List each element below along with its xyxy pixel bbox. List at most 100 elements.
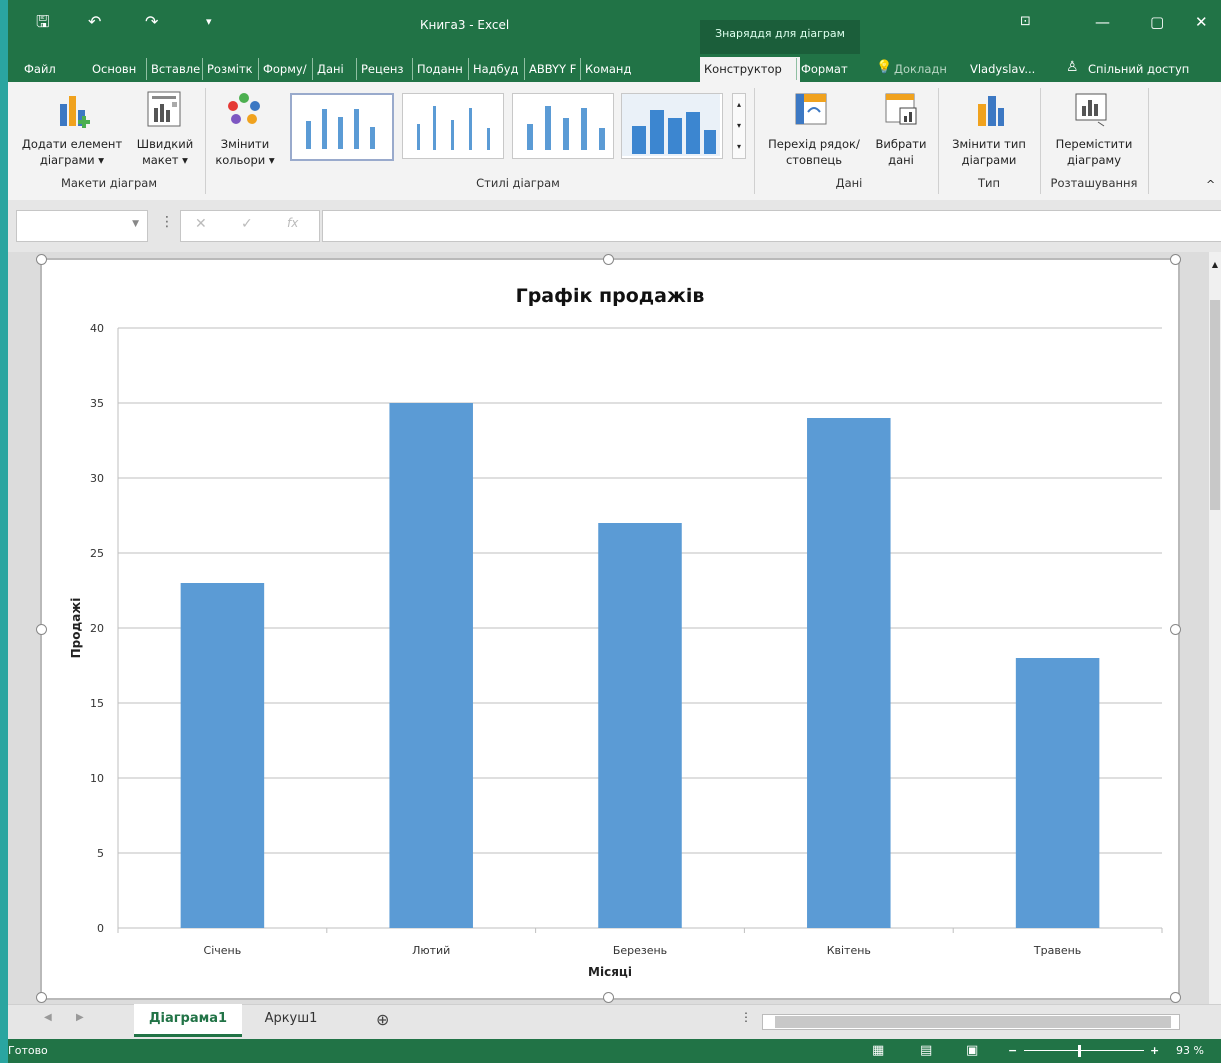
resize-handle[interactable]: [603, 254, 614, 265]
formula-buttons: ✕ ✓ fx: [180, 210, 320, 242]
resize-handle[interactable]: [1170, 992, 1181, 1003]
status-bar: Готово ▦ ▤ ▣ − + 93 %: [8, 1039, 1221, 1063]
move-chart-label-1: Перемістити: [1055, 137, 1133, 151]
zoom-out-icon[interactable]: −: [1008, 1039, 1017, 1063]
tab-formulas[interactable]: Форму/: [258, 58, 315, 80]
tab-insert[interactable]: Вставле: [146, 58, 209, 80]
tab-addins[interactable]: Надбуд: [468, 58, 529, 80]
chart-style-3[interactable]: [512, 93, 614, 159]
ribbon-display-options-icon[interactable]: ⊡: [1020, 14, 1031, 30]
zoom-level[interactable]: 93 %: [1176, 1039, 1204, 1063]
change-chart-type-button[interactable]: Змінити тип діаграми: [942, 136, 1036, 168]
enter-icon[interactable]: ✓: [241, 216, 253, 232]
change-colors-button[interactable]: Змінити кольори ▾: [206, 136, 284, 168]
horizontal-scrollbar[interactable]: [762, 1014, 1180, 1030]
sheet-tab-chart1[interactable]: Діаграма1: [134, 1004, 242, 1037]
collapse-ribbon-icon[interactable]: ^: [1206, 178, 1215, 191]
add-chart-element-label-1: Додати елемент: [21, 137, 123, 151]
tab-view[interactable]: Поданн: [412, 58, 473, 80]
tell-me-search[interactable]: Докладн: [890, 58, 964, 80]
quick-layout-label-1: Швидкий: [136, 137, 194, 151]
next-sheet-icon[interactable]: ▶: [76, 1012, 84, 1023]
resize-handle[interactable]: [36, 624, 47, 635]
move-chart-button[interactable]: Перемістити діаграму: [1044, 136, 1144, 168]
redo-icon[interactable]: ↷: [145, 14, 158, 30]
y-tick-label: 10: [90, 772, 104, 785]
more-options-icon[interactable]: ⋮: [740, 1010, 752, 1024]
chart-style-2[interactable]: [402, 93, 504, 159]
move-chart-icon[interactable]: [1074, 92, 1108, 128]
chart-style-1[interactable]: [290, 93, 394, 161]
select-data-button[interactable]: Вибрати дані: [868, 136, 934, 168]
quick-layout-label-2: макет ▾: [142, 153, 188, 167]
change-chart-type-icon[interactable]: [972, 92, 1006, 128]
switch-row-column-button[interactable]: Перехід рядок/ стовпець: [762, 136, 866, 168]
user-account[interactable]: Vladyslav...: [966, 58, 1060, 80]
chart-style-4[interactable]: [621, 93, 723, 159]
resize-handle[interactable]: [1170, 624, 1181, 635]
bar: [598, 523, 682, 928]
add-sheet-icon[interactable]: ⊕: [376, 1010, 389, 1029]
tab-design[interactable]: Конструктор: [700, 57, 800, 82]
zoom-in-icon[interactable]: +: [1150, 1039, 1159, 1063]
tab-format[interactable]: Формат: [796, 58, 863, 80]
bar: [389, 403, 473, 928]
tab-team[interactable]: Команд: [580, 58, 645, 80]
page-layout-view-icon[interactable]: ▤: [920, 1039, 932, 1063]
resize-handle[interactable]: [36, 992, 47, 1003]
title-bar: [8, 0, 1221, 54]
x-tick-label: Травень: [1033, 944, 1081, 957]
page-break-view-icon[interactable]: ▣: [966, 1039, 978, 1063]
cancel-icon[interactable]: ✕: [195, 216, 207, 232]
quick-layout-icon[interactable]: [146, 90, 182, 130]
undo-icon[interactable]: ↶: [88, 14, 101, 30]
status-ready: Готово: [8, 1044, 48, 1057]
hscroll-thumb[interactable]: [775, 1016, 1171, 1028]
bar: [1015, 658, 1100, 928]
prev-sheet-icon[interactable]: ◀: [44, 1012, 52, 1023]
scroll-up-icon[interactable]: ▲: [1210, 260, 1220, 274]
resize-handle[interactable]: [1170, 254, 1181, 265]
y-tick-label: 20: [90, 622, 104, 635]
customize-toolbar-icon[interactable]: ▾: [206, 14, 212, 30]
group-separator: [1040, 88, 1041, 194]
switch-row-column-icon[interactable]: [794, 92, 828, 128]
palette-icon[interactable]: [224, 92, 264, 128]
group-separator: [1148, 88, 1149, 194]
tab-file[interactable]: Файл: [20, 58, 80, 80]
sheet-tab-sheet1[interactable]: Аркуш1: [252, 1004, 330, 1034]
chart-area[interactable]: Графік продажів 0 5 10 15 20 25 30 35 40 Січень Лют…: [40, 258, 1180, 1000]
zoom-slider-thumb[interactable]: [1078, 1045, 1081, 1057]
insert-function-icon[interactable]: fx: [287, 216, 298, 230]
maximize-icon[interactable]: ▢: [1150, 14, 1164, 30]
bar-chart[interactable]: Графік продажів 0 5 10 15 20 25 30 35 40 Січень Лют…: [42, 260, 1178, 998]
normal-view-icon[interactable]: ▦: [872, 1039, 884, 1063]
name-box[interactable]: ▼: [16, 210, 148, 242]
tab-review[interactable]: Реценз: [356, 58, 417, 80]
tab-data[interactable]: Дані: [312, 58, 361, 80]
y-tick-label: 0: [97, 922, 104, 935]
gallery-scroll[interactable]: ▴ ▾ ▾: [732, 93, 746, 159]
chevron-down-icon[interactable]: ▼: [132, 219, 139, 229]
resize-handle[interactable]: [36, 254, 47, 265]
close-icon[interactable]: ✕: [1195, 14, 1208, 30]
tab-home[interactable]: Основн: [88, 58, 148, 80]
add-chart-element-button[interactable]: Додати елемент діаграми ▾: [14, 136, 130, 168]
bar: [807, 418, 891, 928]
save-icon[interactable]: 🖫: [36, 14, 50, 30]
more-options-icon[interactable]: ⋮: [160, 214, 174, 230]
vertical-scrollbar[interactable]: ▲: [1209, 252, 1221, 1004]
formula-input[interactable]: [322, 210, 1221, 242]
select-data-icon[interactable]: [884, 92, 918, 128]
change-colors-label-1: Змінити: [220, 137, 270, 151]
zoom-slider[interactable]: [1024, 1050, 1144, 1051]
share-button[interactable]: Спільний доступ: [1084, 58, 1221, 80]
quick-layout-button[interactable]: Швидкий макет ▾: [130, 136, 200, 168]
add-chart-element-icon[interactable]: [56, 92, 96, 132]
tab-layout[interactable]: Розмітк: [202, 58, 265, 80]
scroll-thumb[interactable]: [1210, 300, 1220, 510]
x-axis-title: Місяці: [588, 965, 632, 979]
minimize-icon[interactable]: —: [1095, 14, 1110, 30]
tab-abbyy[interactable]: ABBYY F: [524, 58, 585, 80]
resize-handle[interactable]: [603, 992, 614, 1003]
